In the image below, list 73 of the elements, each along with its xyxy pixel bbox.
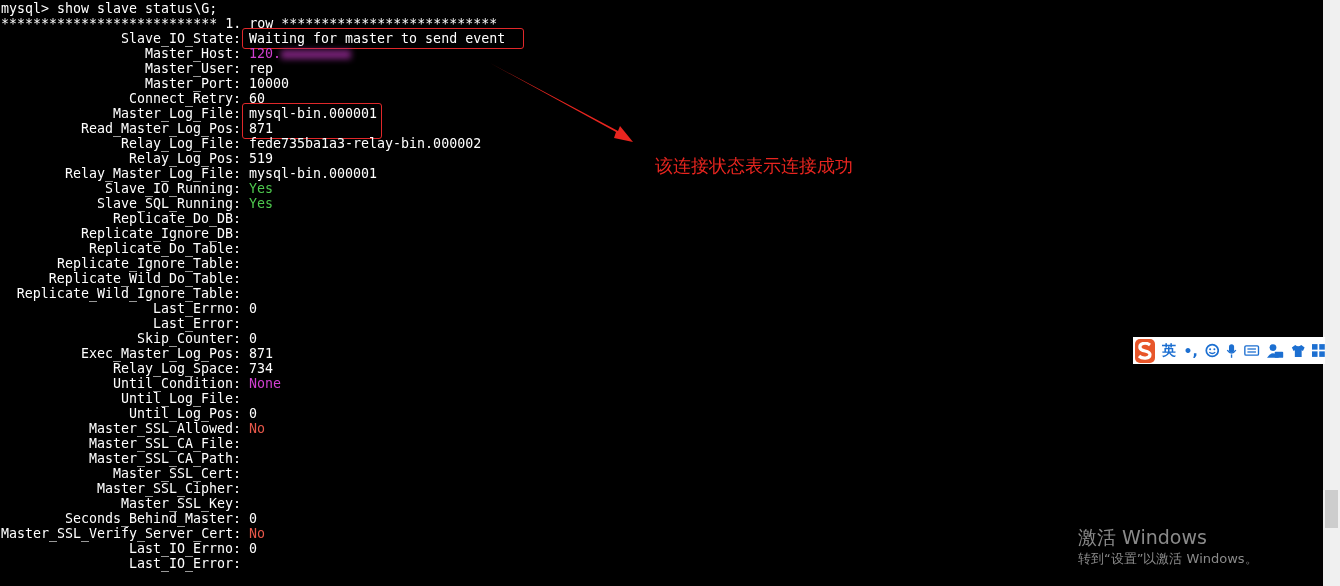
field-label: Master_SSL_Cert: bbox=[112, 466, 241, 481]
field-label: Replicate_Do_DB: bbox=[112, 211, 241, 226]
field-value: 10000 bbox=[249, 76, 290, 91]
field-label: Replicate_Wild_Ignore_Table: bbox=[15, 286, 241, 301]
field-label: Master_SSL_Allowed: bbox=[87, 421, 241, 436]
keyboard-icon[interactable] bbox=[1244, 344, 1260, 357]
user-icon[interactable] bbox=[1266, 341, 1284, 360]
field-value: 871 bbox=[249, 346, 274, 361]
field-label: Until_Log_File: bbox=[120, 391, 241, 406]
field-value: 0 bbox=[249, 511, 257, 526]
microphone-icon[interactable] bbox=[1226, 341, 1238, 360]
field-value: No bbox=[249, 421, 265, 436]
ime-logo-icon[interactable] bbox=[1135, 338, 1156, 363]
field-label: Master_SSL_Cipher: bbox=[95, 481, 241, 496]
field-label: Last_Error: bbox=[152, 316, 241, 331]
field-label: Master_Port: bbox=[143, 76, 241, 91]
field-label: Master_Host: bbox=[144, 46, 241, 61]
field-value: 0 bbox=[249, 541, 257, 556]
field-value: rep bbox=[249, 61, 274, 76]
field-label: Exec_Master_Log_Pos: bbox=[79, 346, 241, 361]
field-label: Slave_SQL_Running: bbox=[95, 196, 241, 211]
field-value: None bbox=[249, 376, 282, 391]
command-line: mysql> show slave status\G; bbox=[1, 1, 219, 16]
field-label: Master_Log_File: bbox=[112, 106, 241, 121]
punctuation-toggle[interactable]: •, bbox=[1183, 342, 1198, 359]
field-value: fede735ba1a3-relay-bin.000002 bbox=[249, 136, 482, 151]
field-value: 120. bbox=[249, 46, 282, 61]
field-label: Relay_Log_Space: bbox=[112, 361, 241, 376]
field-value: mysql-bin.000001 bbox=[249, 106, 378, 121]
field-label: Master_SSL_CA_Path: bbox=[87, 451, 241, 466]
field-label: Replicate_Ignore_Table: bbox=[56, 256, 241, 271]
language-toggle[interactable]: 英 bbox=[1162, 341, 1177, 360]
field-value: 60 bbox=[249, 91, 265, 106]
field-label: Until_Condition: bbox=[111, 376, 241, 391]
field-label: Master_SSL_Verify_Server_Cert: bbox=[1, 526, 241, 541]
field-value: 871 bbox=[249, 121, 274, 136]
field-label: Relay_Master_Log_File: bbox=[63, 166, 241, 181]
field-label: Slave_IO_Running: bbox=[104, 181, 241, 196]
field-label: Master_SSL_Key: bbox=[120, 496, 241, 511]
grid-icon[interactable] bbox=[1312, 343, 1325, 358]
field-label: Replicate_Ignore_DB: bbox=[79, 226, 241, 241]
annotation-text: 该连接状态表示连接成功 bbox=[655, 158, 853, 173]
field-label: Last_IO_Error: bbox=[127, 556, 241, 571]
field-label: Last_Errno: bbox=[152, 301, 241, 316]
emoji-icon[interactable] bbox=[1204, 342, 1220, 359]
field-label: Replicate_Wild_Do_Table: bbox=[48, 271, 241, 286]
field-value: 519 bbox=[249, 151, 274, 166]
row-separator: *************************** 1. row *************************** bbox=[1, 16, 499, 31]
field-label: Master_SSL_CA_File: bbox=[87, 436, 241, 451]
field-label: Master_User: bbox=[143, 61, 241, 76]
field-label: Seconds_Behind_Master: bbox=[64, 511, 241, 526]
field-value: Yes bbox=[249, 196, 274, 211]
field-value: 0 bbox=[249, 331, 257, 346]
field-value: 734 bbox=[249, 361, 274, 376]
field-value: 0 bbox=[249, 406, 257, 421]
field-label: Skip_Counter: bbox=[135, 331, 241, 346]
field-label: Last_IO_Errno: bbox=[128, 541, 241, 556]
scrollbar[interactable] bbox=[1323, 0, 1340, 586]
field-label: Relay_Log_Pos: bbox=[128, 151, 241, 166]
field-value: No bbox=[249, 526, 265, 541]
field-value: 0 bbox=[249, 301, 257, 316]
activation-subtitle: 转到“设置”以激活 Windows。 bbox=[1078, 550, 1258, 568]
field-value: mysql-bin.000001 bbox=[249, 166, 378, 181]
shirt-icon[interactable] bbox=[1290, 342, 1306, 359]
field-label: Replicate_Do_Table: bbox=[88, 241, 241, 256]
field-value: Yes bbox=[249, 181, 274, 196]
activation-title: 激活 Windows bbox=[1078, 525, 1208, 549]
field-label: Connect_Retry: bbox=[128, 91, 241, 106]
field-value: Waiting for master to send event bbox=[249, 31, 506, 46]
field-label: Slave_IO_State: bbox=[119, 31, 241, 46]
field-label: Relay_Log_File: bbox=[120, 136, 241, 151]
field-label: Until_Log_Pos: bbox=[128, 406, 241, 421]
field-label: Read_Master_Log_Pos: bbox=[79, 121, 241, 136]
